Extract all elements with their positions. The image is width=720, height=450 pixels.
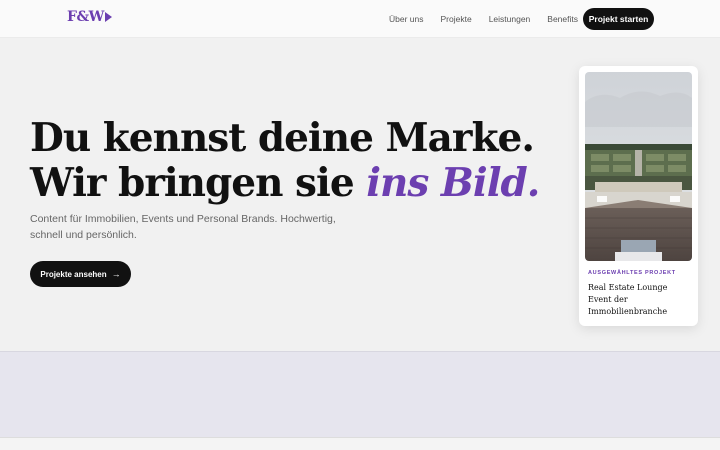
view-projects-button[interactable]: Projekte ansehen → — [30, 261, 131, 287]
nav-link-benefits[interactable]: Benefits — [547, 14, 578, 24]
featured-title-line-1: Real Estate Lounge — [588, 283, 668, 292]
hero-subtitle: Content für Immobilien, Events und Perso… — [30, 213, 336, 241]
headline-accent: ins Bild. — [366, 160, 540, 206]
featured-project-title: Real Estate Lounge Event der Immobilienb… — [588, 282, 692, 318]
featured-project-label: AUSGEWÄHLTES PROJEKT — [588, 270, 676, 276]
arrow-right-icon: → — [111, 269, 121, 279]
headline-line-1: Du kennst deine Marke. — [30, 115, 535, 161]
nav-link-leistungen[interactable]: Leistungen — [489, 14, 531, 24]
main-nav: Über uns Projekte Leistungen Benefits — [389, 0, 595, 38]
site-header: F&W Über uns Projekte Leistungen Benefit… — [0, 0, 720, 38]
nav-link-projekte[interactable]: Projekte — [441, 14, 472, 24]
featured-title-line-3: Immobilienbranche — [588, 307, 668, 316]
featured-title-line-2: Event der — [588, 295, 628, 304]
view-projects-label: Projekte ansehen — [40, 269, 107, 279]
hero-headline: Du kennst deine Marke. Wir bringen sie i… — [30, 115, 540, 206]
headline-line-2-prefix: Wir bringen sie — [30, 160, 367, 206]
play-triangle-icon — [104, 12, 112, 22]
featured-project-card[interactable]: AUSGEWÄHLTES PROJEKT Real Estate Lounge … — [579, 66, 698, 326]
nav-link-ueber-uns[interactable]: Über uns — [389, 14, 424, 24]
logo[interactable]: F&W — [67, 9, 112, 25]
lavender-section — [0, 351, 720, 437]
project-photo — [585, 72, 692, 261]
start-project-button[interactable]: Projekt starten — [583, 8, 654, 30]
logo-text: F&W — [67, 9, 104, 25]
next-section — [0, 437, 720, 450]
